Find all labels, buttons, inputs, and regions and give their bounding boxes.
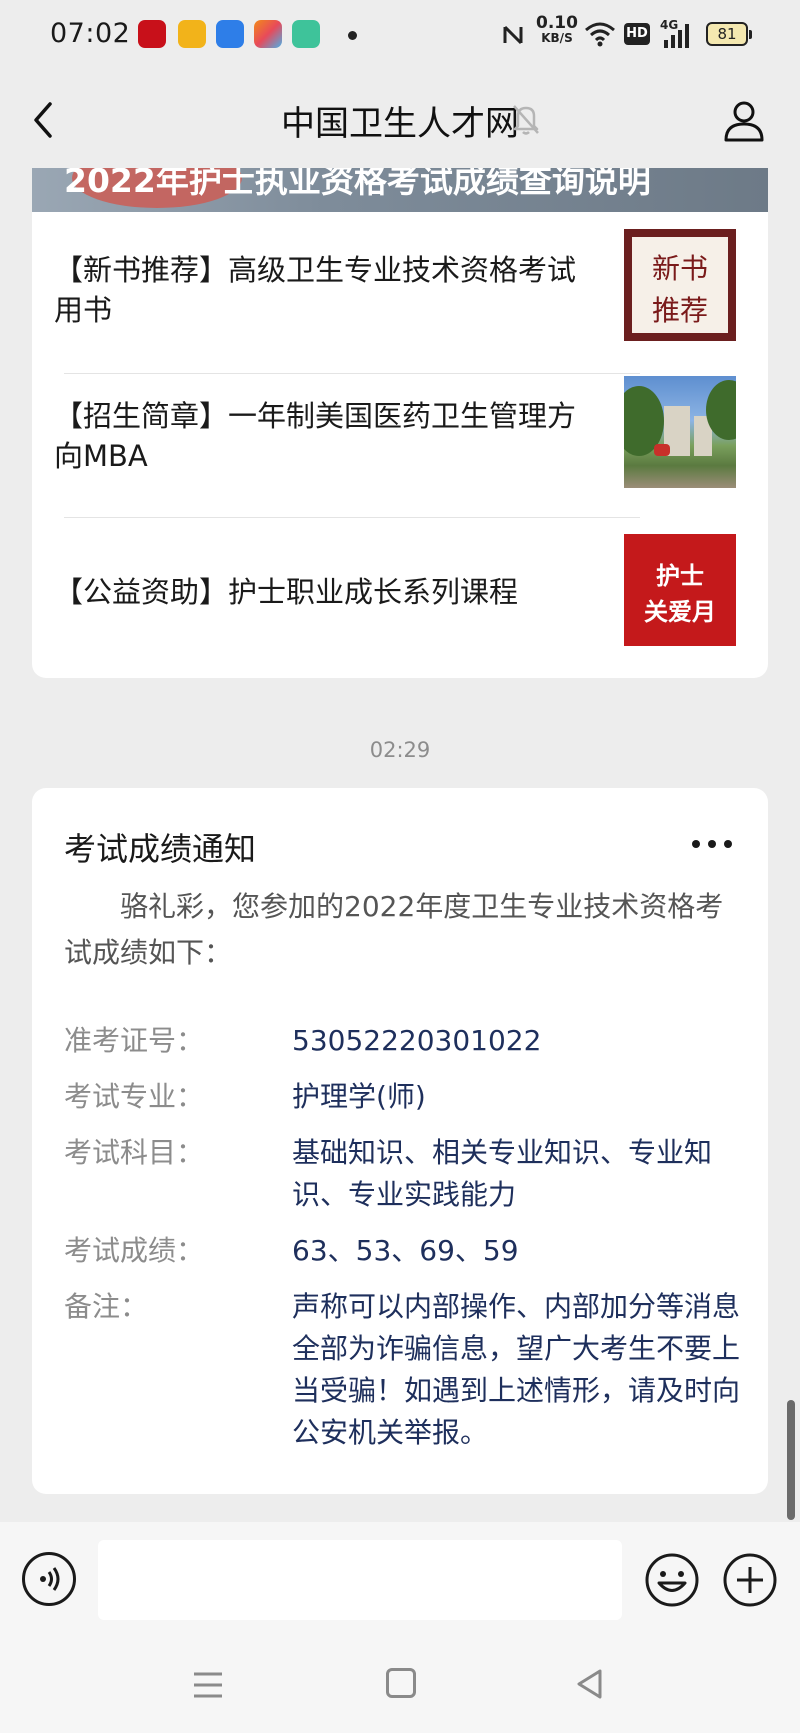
- nfc-icon: [503, 25, 523, 45]
- menu-icon[interactable]: [192, 1670, 224, 1700]
- chat-header: 中国卫生人才网: [0, 72, 800, 168]
- exam-result-notice-card[interactable]: 考试成绩通知 骆礼彩，您参加的2022年度卫生专业技术资格考试成绩如下： 准考证…: [32, 788, 768, 1494]
- article-title: 【公益资助】护士职业成长系列课程: [54, 572, 644, 612]
- thumb-line1: 护士: [656, 562, 704, 590]
- notification-dot: [348, 31, 357, 40]
- back-triangle-icon[interactable]: [574, 1668, 606, 1700]
- article-title-line2: 向MBA: [54, 439, 148, 473]
- article-thumbnail: 护士 关爱月: [624, 534, 736, 646]
- status-time: 07:02: [50, 18, 131, 49]
- gallery-app-icon: [254, 20, 282, 48]
- message-input-bar: [0, 1522, 800, 1642]
- wifi-icon: [585, 22, 615, 47]
- thumb-line1: 新书: [651, 252, 708, 285]
- article-title-line1: 【新书推荐】高级卫生专业技术资格考试: [54, 253, 577, 287]
- page-title: 中国卫生人才网: [281, 104, 519, 144]
- field-label: 考试科目：: [64, 1136, 205, 1169]
- chat-app-icon: [216, 20, 244, 48]
- article-item-new-book[interactable]: 【新书推荐】高级卫生专业技术资格考试 用书 新书 推荐: [32, 212, 768, 357]
- message-timestamp: 02:29: [369, 738, 431, 762]
- field-label: 备注：: [64, 1290, 149, 1323]
- notes-app-icon: [178, 20, 206, 48]
- emoji-icon[interactable]: [644, 1552, 700, 1608]
- notice-title: 考试成绩通知: [64, 830, 257, 868]
- article-item-nurse-course[interactable]: 【公益资助】护士职业成长系列课程 护士 关爱月: [32, 518, 768, 663]
- thumb-line2: 推荐: [651, 294, 708, 327]
- article-title-line2: 用书: [54, 293, 113, 327]
- article-title-line1: 【公益资助】护士职业成长系列课程: [54, 575, 519, 609]
- app-icon: [292, 20, 320, 48]
- home-icon[interactable]: [386, 1668, 416, 1698]
- book-cover: 新书 推荐: [632, 237, 728, 333]
- article-card: 2022年护士执业资格考试成绩查询说明 【新书推荐】高级卫生专业技术资格考试 用…: [32, 168, 768, 678]
- article-title: 【新书推荐】高级卫生专业技术资格考试 用书: [54, 250, 644, 330]
- field-value: 护理学(师): [292, 1080, 426, 1113]
- banner-title: 2022年护士执业资格考试成绩查询说明: [64, 168, 651, 200]
- study-app-icon: [138, 20, 166, 48]
- thumb-line2: 关爱月: [644, 598, 716, 626]
- system-nav-bar: [0, 1642, 800, 1733]
- voice-icon[interactable]: [22, 1552, 76, 1606]
- network-speed-unit: KB/S: [541, 31, 573, 45]
- article-title: 【招生简章】一年制美国医药卫生管理方 向MBA: [54, 396, 644, 476]
- field-value: 声称可以内部操作、内部加分等消息全部为诈骗信息，望广大考生不要上当受骗！如遇到上…: [292, 1290, 741, 1449]
- message-input[interactable]: [98, 1540, 622, 1620]
- field-value: 基础知识、相关专业知识、专业知识、专业实践能力: [292, 1136, 713, 1211]
- field-value: 63、53、69、59: [292, 1234, 519, 1267]
- more-options-icon[interactable]: [692, 840, 732, 850]
- battery-icon: 81: [706, 22, 752, 46]
- field-label: 考试专业：: [64, 1080, 205, 1113]
- hd-badge: HD: [624, 23, 650, 45]
- plus-icon[interactable]: [722, 1552, 778, 1608]
- person-icon[interactable]: [722, 98, 766, 142]
- field-value: 53052220301022: [292, 1024, 542, 1057]
- signal-icon: [664, 24, 689, 48]
- article-item-mba[interactable]: 【招生简章】一年制美国医药卫生管理方 向MBA: [32, 374, 768, 519]
- notice-greeting: 骆礼彩，您参加的2022年度卫生专业技术资格考试成绩如下：: [64, 890, 724, 969]
- article-title-line1: 【招生简章】一年制美国医药卫生管理方: [54, 399, 577, 433]
- bell-off-icon: [513, 105, 539, 135]
- network-speed-value: 0.10: [536, 13, 578, 33]
- article-thumbnail: 新书 推荐: [624, 229, 736, 341]
- photo-sign: [654, 444, 670, 456]
- field-label: 考试成绩：: [64, 1234, 205, 1267]
- network-speed: 0.10 KB/S: [536, 13, 578, 46]
- article-thumbnail: [624, 376, 736, 488]
- scrollbar-thumb[interactable]: [787, 1400, 795, 1520]
- field-label: 准考证号：: [64, 1024, 205, 1057]
- article-banner[interactable]: 2022年护士执业资格考试成绩查询说明: [32, 168, 768, 212]
- status-bar: 07:02 0.10 KB/S HD 4G 81: [0, 0, 800, 72]
